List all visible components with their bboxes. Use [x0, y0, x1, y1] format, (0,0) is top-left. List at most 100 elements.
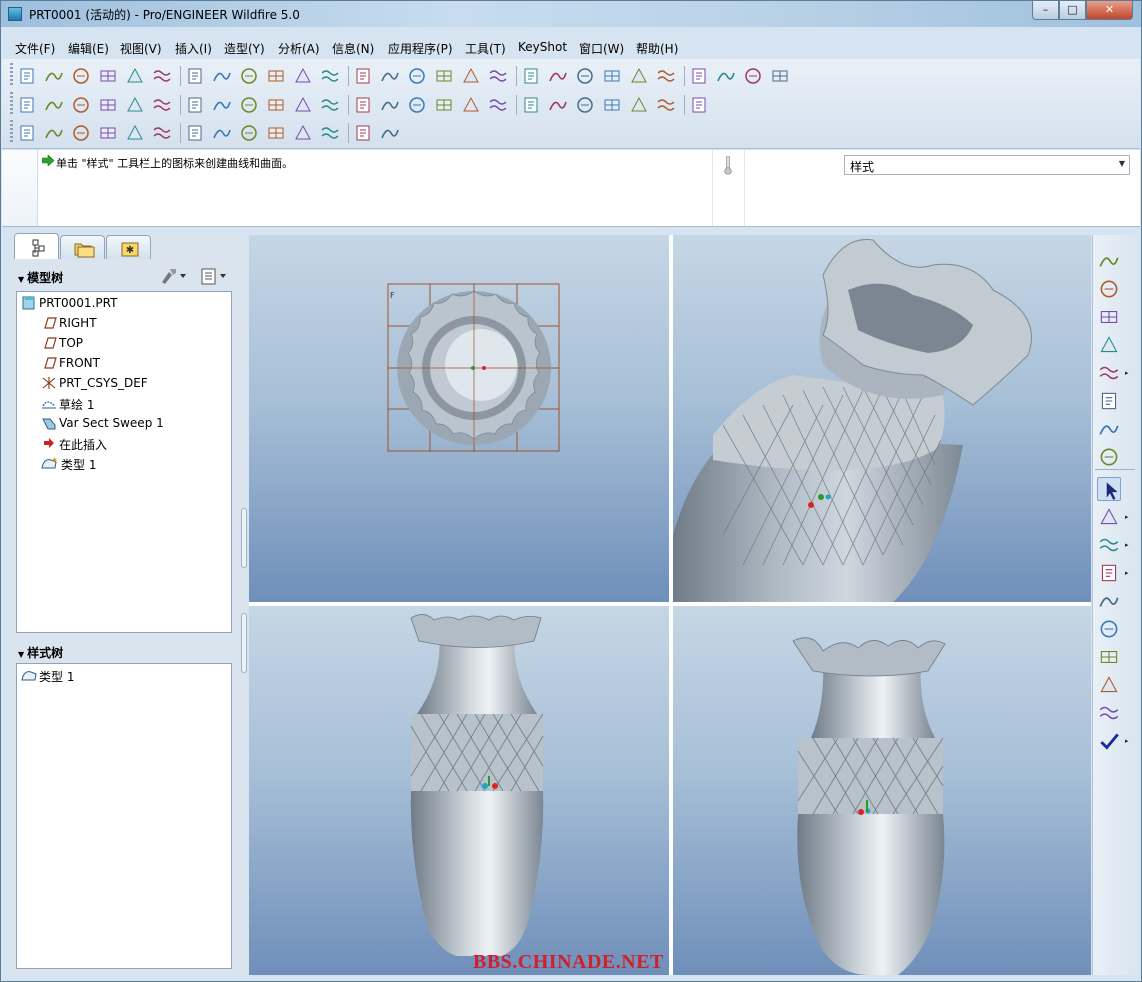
spin-center-icon[interactable]	[43, 94, 65, 116]
style-edit-icon[interactable]	[1097, 701, 1121, 725]
navigator-splitter[interactable]	[240, 233, 248, 975]
slope-icon[interactable]	[433, 65, 455, 87]
grid-icon[interactable]	[238, 65, 260, 87]
flyout-arrow-icon[interactable]: ▸	[1125, 541, 1129, 549]
toolbar-grip[interactable]	[10, 92, 13, 114]
curve-icon[interactable]	[16, 122, 38, 144]
fan-icon[interactable]	[184, 122, 206, 144]
surface-icon[interactable]	[43, 122, 65, 144]
csys-icon[interactable]	[547, 94, 569, 116]
menu-applications[interactable]: 应用程序(P)	[388, 40, 453, 57]
menu-keyshot[interactable]: KeyShot	[518, 40, 567, 54]
done-icon[interactable]	[1097, 729, 1121, 753]
create-curve-icon[interactable]	[1097, 333, 1121, 357]
minimize-button[interactable]: –	[1032, 1, 1059, 20]
selection-filter-select[interactable]: 样式 ▼	[844, 155, 1130, 175]
refit-icon[interactable]	[184, 94, 206, 116]
create-point-icon[interactable]	[1097, 361, 1121, 385]
viewport-right[interactable]	[673, 606, 1091, 975]
flyout-arrow-icon[interactable]: ▸	[1125, 737, 1129, 745]
points-icon[interactable]	[520, 94, 542, 116]
show-all-curves-icon[interactable]	[1097, 249, 1121, 273]
boundary-surface-icon[interactable]	[1097, 589, 1121, 613]
curve-analysis-icon[interactable]	[292, 65, 314, 87]
curvature-icon[interactable]	[70, 122, 92, 144]
dihedral-icon[interactable]	[460, 65, 482, 87]
zoom-out-icon[interactable]	[151, 94, 173, 116]
draw-curve-icon[interactable]	[1097, 561, 1121, 585]
grid-on-icon[interactable]	[655, 94, 677, 116]
menu-file[interactable]: 文件(F)	[15, 40, 55, 57]
print-icon[interactable]	[97, 65, 119, 87]
surface-analysis-icon[interactable]	[319, 65, 341, 87]
appearance-icon[interactable]	[97, 94, 119, 116]
redo-icon[interactable]	[547, 65, 569, 87]
open-icon[interactable]	[43, 65, 65, 87]
favorites-tab[interactable]: ✱	[106, 235, 151, 259]
paste-special-icon[interactable]	[688, 65, 710, 87]
model-tree-tab[interactable]	[14, 233, 59, 259]
shade-icon[interactable]	[379, 65, 401, 87]
no-hidden-icon[interactable]	[379, 94, 401, 116]
shading-icon[interactable]	[406, 94, 428, 116]
enhanced-realism-icon[interactable]	[433, 94, 455, 116]
menu-analysis[interactable]: 分析(A)	[278, 40, 320, 57]
surface-edit-icon[interactable]	[1097, 673, 1121, 697]
flyout-arrow-icon[interactable]: ▸	[1125, 513, 1129, 521]
regenerate-icon[interactable]	[574, 65, 596, 87]
section-icon[interactable]	[211, 65, 233, 87]
title-bar[interactable]: PRT0001 (活动的) - Pro/ENGINEER Wildfire 5.…	[1, 1, 1141, 27]
axes-icon[interactable]	[487, 94, 509, 116]
toolbar-grip[interactable]	[10, 120, 13, 142]
trim-icon[interactable]	[124, 122, 146, 144]
select-icon[interactable]	[1097, 477, 1121, 501]
selection-box-icon[interactable]	[769, 65, 791, 87]
reflection-icon[interactable]	[352, 65, 374, 87]
flyout-arrow-icon[interactable]: ▸	[1125, 369, 1129, 377]
find-icon[interactable]	[742, 65, 764, 87]
flyout-arrow-icon[interactable]: ▸	[1125, 569, 1129, 577]
maximize-button[interactable]: □	[1059, 1, 1086, 20]
menu-window[interactable]: 窗口(W)	[579, 40, 624, 57]
model-player-icon[interactable]	[151, 65, 173, 87]
surface-trim-icon[interactable]	[1097, 645, 1121, 669]
menu-styling[interactable]: 造型(Y)	[224, 40, 265, 57]
context-help-icon[interactable]	[379, 122, 401, 144]
menu-help[interactable]: 帮助(H)	[636, 40, 678, 57]
model-tree-header[interactable]: ▼ 模型树	[18, 269, 63, 286]
style-tree-header[interactable]: ▼ 样式树	[18, 644, 63, 661]
datum-display-icon[interactable]	[265, 65, 287, 87]
menu-view[interactable]: 视图(V)	[120, 40, 162, 57]
viewport-front[interactable]	[249, 606, 669, 975]
model-display-icon[interactable]	[292, 94, 314, 116]
curves-on-icon[interactable]	[628, 94, 650, 116]
link-icon[interactable]	[1097, 445, 1121, 469]
splitter-handle[interactable]	[241, 508, 247, 568]
repaint-icon[interactable]	[16, 94, 38, 116]
surface-connect-icon[interactable]	[1097, 617, 1121, 641]
splitter-handle[interactable]	[241, 613, 247, 673]
offset-icon[interactable]	[487, 65, 509, 87]
viewport-top[interactable]: F	[249, 235, 669, 602]
folder-browser-tab[interactable]	[60, 235, 105, 259]
saved-views-icon[interactable]	[238, 94, 260, 116]
tree-settings-icons[interactable]	[160, 266, 230, 286]
traffic-light-icon[interactable]	[715, 65, 737, 87]
copy-icon[interactable]	[628, 65, 650, 87]
viewport-divider-horizontal[interactable]	[249, 602, 1091, 606]
toolbar-grip[interactable]	[10, 63, 13, 85]
offset-curve-icon[interactable]	[1097, 417, 1121, 441]
delete-curve-icon[interactable]	[292, 122, 314, 144]
reflect-analysis-icon[interactable]	[238, 122, 260, 144]
hidden-line-icon[interactable]	[352, 94, 374, 116]
layers-icon[interactable]	[265, 94, 287, 116]
menu-info[interactable]: 信息(N)	[332, 40, 374, 57]
measure-icon[interactable]	[184, 65, 206, 87]
curve-edit-icon[interactable]	[1097, 533, 1121, 557]
drape-icon[interactable]	[151, 122, 173, 144]
active-plane-icon[interactable]	[1097, 277, 1121, 301]
deviation-icon[interactable]	[265, 122, 287, 144]
orient-icon[interactable]	[70, 94, 92, 116]
menu-tools[interactable]: 工具(T)	[465, 40, 506, 57]
active-plane-icon[interactable]	[601, 94, 623, 116]
